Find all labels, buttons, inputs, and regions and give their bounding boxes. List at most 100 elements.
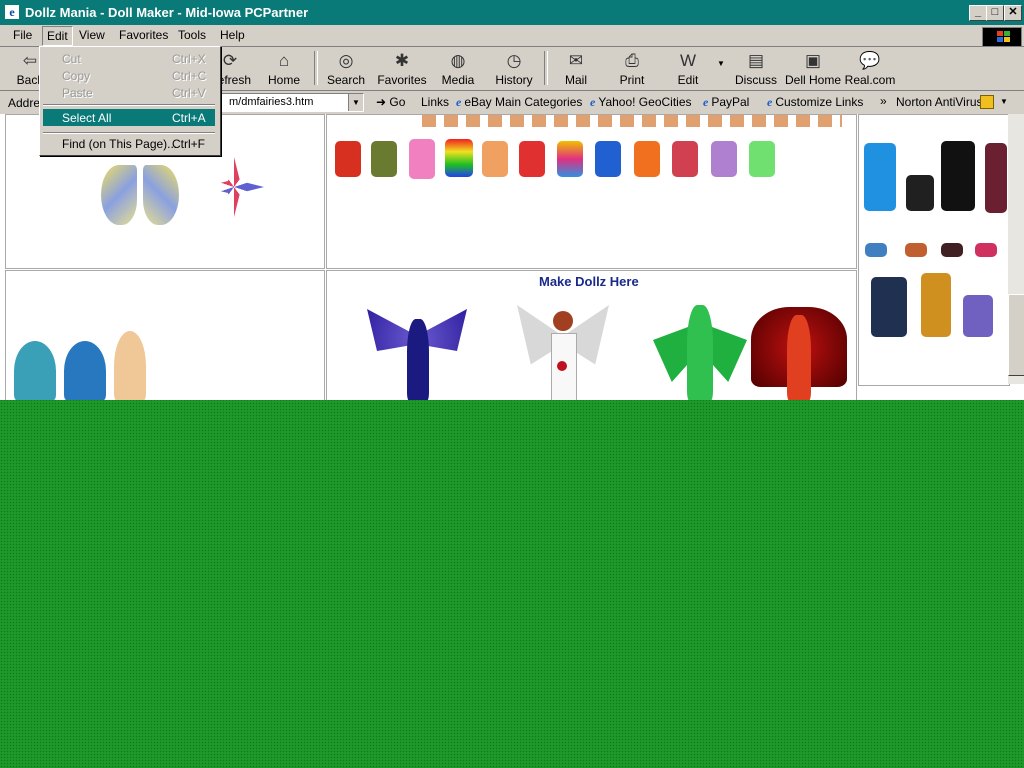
print-label: Print — [619, 73, 645, 87]
starburst-wings-image[interactable] — [194, 147, 274, 232]
menu-paste[interactable]: Paste Ctrl+V — [43, 84, 215, 101]
skirt-item[interactable] — [941, 243, 963, 257]
print-button[interactable]: ⎙ Print — [604, 51, 660, 87]
make-dollz-heading[interactable]: Make Dollz Here — [539, 274, 639, 289]
top-item[interactable] — [335, 141, 361, 177]
menu-select-all-shortcut: Ctrl+A — [172, 111, 206, 125]
skirt-item[interactable] — [975, 243, 997, 257]
top-item[interactable] — [634, 141, 660, 177]
top-item[interactable] — [519, 141, 545, 177]
skirt-item[interactable] — [905, 243, 927, 257]
edit-dropdown-arrow-icon[interactable]: ▼ — [717, 59, 725, 68]
angel-doll[interactable] — [517, 305, 609, 400]
menu-help[interactable]: Help — [220, 28, 245, 42]
favorites-folder-icon: ✱ — [394, 51, 410, 70]
home-button[interactable]: ⌂ Home — [256, 51, 312, 87]
links-label: Links — [421, 95, 450, 109]
tails-cell — [5, 270, 325, 400]
menu-select-all[interactable]: Select All Ctrl+A — [43, 109, 215, 126]
address-dropdown-icon[interactable]: ▼ — [348, 94, 363, 111]
green-fairy-doll[interactable] — [653, 305, 747, 400]
butterfly-wings-image[interactable] — [101, 165, 181, 230]
link-geocities[interactable]: Yahoo! GeoCities — [590, 95, 691, 110]
dell-home-icon: ▣ — [804, 51, 822, 70]
dress-item[interactable] — [921, 273, 951, 337]
menu-copy[interactable]: Copy Ctrl+C — [43, 67, 215, 84]
dress-item[interactable] — [864, 143, 896, 211]
norton-label: Norton AntiVirus — [896, 95, 983, 109]
close-button[interactable]: ✕ — [1004, 5, 1022, 21]
menu-edit[interactable]: Edit — [42, 26, 73, 46]
mermaid-tail-image[interactable] — [64, 341, 106, 400]
link-customize[interactable]: Customize Links — [767, 95, 863, 110]
link-paypal[interactable]: PayPal — [703, 95, 749, 110]
favorites-label: Favorites — [377, 73, 427, 87]
back-arrow-icon: ⇦ — [22, 51, 38, 70]
media-label: Media — [441, 73, 475, 87]
menu-tools[interactable]: Tools — [178, 28, 206, 42]
menu-separator — [43, 104, 215, 106]
discuss-icon: ▤ — [747, 51, 765, 70]
scroll-thumb[interactable] — [1008, 294, 1024, 376]
top-item[interactable] — [672, 141, 698, 177]
search-label: Search — [326, 73, 366, 87]
link-ebay[interactable]: eBay Main Categories — [456, 95, 582, 110]
history-clock-icon: ◷ — [506, 51, 522, 70]
favorites-button[interactable]: ✱ Favorites — [374, 51, 430, 87]
go-arrow-icon: ➜ — [376, 95, 387, 109]
norton-icon[interactable] — [980, 95, 994, 109]
norton-dropdown-icon[interactable]: ▼ — [1000, 97, 1008, 106]
mermaid-tail-image[interactable] — [14, 341, 56, 400]
mermaid-tail-image[interactable] — [114, 331, 146, 400]
menu-select-all-label: Select All — [62, 111, 112, 125]
top-item[interactable] — [749, 141, 775, 177]
top-item[interactable] — [371, 141, 397, 177]
menu-file[interactable]: File — [13, 28, 32, 42]
menu-favorites[interactable]: Favorites — [119, 28, 168, 42]
edit-button[interactable]: W Edit — [660, 51, 716, 87]
real-speech-icon: 💬 — [859, 51, 881, 70]
menu-find-shortcut: Ctrl+F — [172, 137, 205, 151]
top-item[interactable] — [409, 139, 435, 179]
top-item[interactable] — [482, 141, 508, 177]
pants-item[interactable] — [985, 143, 1007, 213]
search-button[interactable]: ◎ Search — [318, 51, 374, 87]
maximize-button[interactable]: □ — [986, 5, 1004, 21]
top-item[interactable] — [595, 141, 621, 177]
red-demon-doll[interactable] — [751, 307, 847, 400]
skirt-item[interactable] — [865, 243, 887, 257]
go-label: Go — [389, 95, 406, 109]
shoes-row-image[interactable] — [422, 115, 842, 127]
top-item[interactable] — [711, 141, 737, 177]
title-bar: e Dollz Mania - Doll Maker - Mid-Iowa PC… — [0, 0, 1024, 25]
menu-cut-shortcut: Ctrl+X — [172, 52, 206, 66]
dress-item[interactable] — [941, 141, 975, 211]
address-url: m/dmfairies3.htm — [229, 96, 314, 108]
discuss-button[interactable]: ▤ Discuss — [728, 51, 784, 87]
menu-find[interactable]: Find (on This Page)... Ctrl+F — [43, 135, 215, 152]
minimize-button[interactable]: _ — [969, 5, 987, 21]
menu-copy-shortcut: Ctrl+C — [172, 69, 207, 83]
menu-copy-label: Copy — [62, 69, 91, 83]
links-chevron-icon[interactable]: » — [880, 94, 887, 108]
top-item[interactable] — [445, 139, 473, 177]
history-button[interactable]: ◷ History — [486, 51, 542, 87]
real-com-label: Real.com — [844, 73, 896, 87]
skirt-item[interactable] — [963, 295, 993, 337]
vertical-scrollbar[interactable] — [1008, 114, 1024, 384]
menu-cut[interactable]: Cut Ctrl+X — [43, 50, 215, 67]
skirt-item[interactable] — [906, 175, 934, 211]
home-icon: ⌂ — [278, 51, 290, 70]
printer-icon: ⎙ — [625, 51, 639, 70]
menu-bar: File Edit View Favorites Tools Help — [0, 25, 1024, 47]
menu-separator — [43, 132, 215, 134]
menu-view[interactable]: View — [79, 28, 105, 42]
media-button[interactable]: ◍ Media — [430, 51, 486, 87]
real-com-button[interactable]: 💬 Real.com — [842, 51, 898, 87]
go-button[interactable]: ➜ Go — [376, 95, 405, 109]
skirt-item[interactable] — [871, 277, 907, 337]
top-item[interactable] — [557, 141, 583, 177]
mail-button[interactable]: ✉ Mail — [548, 51, 604, 87]
blue-fairy-doll[interactable] — [367, 309, 467, 400]
dell-home-button[interactable]: ▣ Dell Home — [784, 51, 842, 87]
